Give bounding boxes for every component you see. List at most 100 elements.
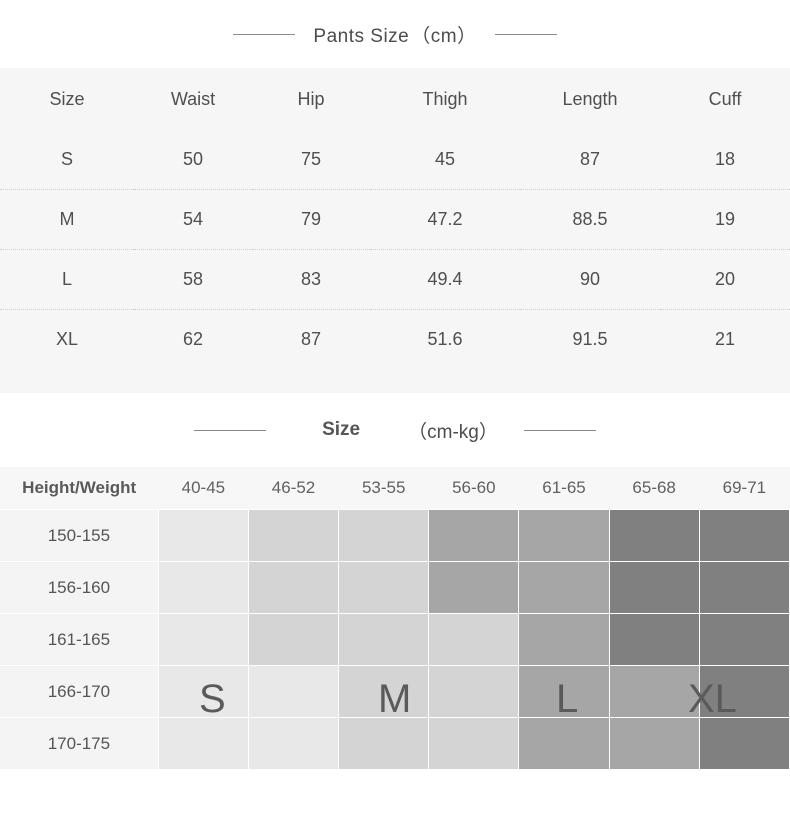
- pants-size-title-row: Pants Size （cm）: [0, 0, 790, 68]
- cell-waist: 50: [134, 130, 252, 190]
- matrix-header-weight-1: 46-52: [248, 467, 339, 510]
- pants-title-unit: （cm）: [411, 25, 477, 47]
- matrix-cell: [518, 561, 610, 614]
- table-row: XL 62 87 51.6 91.5 21: [0, 310, 790, 370]
- matrix-cell: [608, 613, 700, 666]
- cell-hip: 87: [300, 329, 322, 349]
- table-row: 150-155: [0, 509, 790, 562]
- matrix-cell: [338, 717, 430, 770]
- matrix-header-weight-0: 40-45: [158, 467, 249, 510]
- size-title-unit: （cm-kg）: [408, 421, 498, 443]
- size-title-main: Size: [322, 419, 361, 440]
- cell-length: 90: [520, 249, 660, 310]
- matrix-cell: [338, 613, 430, 666]
- matrix-cell: [157, 665, 249, 718]
- table-row: 166-170: [0, 665, 790, 718]
- cell-thigh: 47.2: [370, 189, 520, 250]
- pants-header-hip: Hip: [297, 88, 325, 109]
- cell-cuff: 18: [660, 130, 790, 190]
- cell-length: 91.5: [572, 329, 608, 349]
- cell-hip: 75: [252, 130, 370, 190]
- matrix-cell: [608, 509, 700, 562]
- cell-size: L: [0, 249, 134, 310]
- title-rule-left: [233, 33, 296, 35]
- matrix-cell: [608, 717, 700, 770]
- cell-waist: 54: [134, 189, 252, 250]
- title-rule-right: [494, 33, 557, 35]
- size-chart-title-row: Size （cm-kg）: [0, 393, 790, 467]
- cell-size: S: [0, 130, 134, 190]
- matrix-cell: [698, 613, 790, 666]
- matrix-cell: [157, 561, 249, 614]
- matrix-cell: [698, 561, 790, 614]
- matrix-body: 150-155 156-160 161-165 166-170 170-175: [0, 509, 790, 770]
- pants-header-size: Size: [49, 88, 85, 109]
- matrix-header-weight-3: 56-60: [428, 467, 519, 510]
- matrix-row-label-0: 150-155: [0, 509, 159, 562]
- matrix-cell: [157, 613, 249, 666]
- cell-cuff: 20: [660, 249, 790, 310]
- table-row: S 50 75 45 87 18: [0, 130, 790, 190]
- title-rule-left-2: [194, 429, 267, 431]
- matrix-cell: [247, 613, 340, 666]
- matrix-cell: [247, 665, 340, 718]
- table-row: L 58 83 49.4 90 20: [0, 249, 790, 310]
- pants-header-cuff: Cuff: [708, 88, 742, 109]
- matrix-cell: [157, 509, 249, 562]
- matrix-header-weight-4: 61-65: [518, 467, 610, 510]
- cell-size: M: [0, 189, 134, 250]
- matrix-row-label-2: 161-165: [0, 613, 159, 666]
- cell-thigh: 45: [370, 130, 520, 190]
- cell-cuff: 19: [660, 189, 790, 250]
- matrix-header-weight-2: 53-55: [338, 467, 429, 510]
- matrix-cell: [518, 509, 610, 562]
- size-matrix-wrapper: Height/Weight 40-45 46-52 53-55 56-60 61…: [0, 467, 790, 770]
- matrix-cell: [518, 717, 610, 770]
- matrix-header-weight-5: 65-68: [609, 467, 700, 510]
- cell-waist: 58: [134, 249, 252, 310]
- matrix-cell: [338, 561, 430, 614]
- matrix-cell: [428, 509, 520, 562]
- matrix-row-label-4: 170-175: [0, 717, 159, 770]
- matrix-cell: [247, 717, 340, 770]
- table-row: M 54 79 47.2 88.5 19: [0, 189, 790, 250]
- matrix-row-label-3: 166-170: [0, 665, 159, 718]
- cell-cuff: 21: [714, 329, 736, 349]
- matrix-cell: [428, 717, 520, 770]
- cell-hip: 79: [252, 189, 370, 250]
- cell-thigh: 51.6: [427, 329, 463, 349]
- cell-size: XL: [55, 329, 79, 349]
- title-rule-right-2: [523, 429, 596, 431]
- matrix-cell: [428, 613, 520, 666]
- matrix-row-label-1: 156-160: [0, 561, 159, 614]
- matrix-cell: [247, 509, 340, 562]
- pants-table-bottom-padding: [0, 369, 790, 393]
- matrix-cell: [247, 561, 340, 614]
- matrix-header-row: Height/Weight 40-45 46-52 53-55 56-60 61…: [0, 467, 790, 510]
- table-row: 170-175: [0, 717, 790, 770]
- pants-header-waist: Waist: [170, 88, 216, 109]
- matrix-cell: [518, 613, 610, 666]
- pants-title-main: Pants Size: [313, 25, 410, 47]
- pants-header-thigh: Thigh: [422, 88, 468, 109]
- cell-thigh: 49.4: [370, 249, 520, 310]
- matrix-cell: [608, 665, 700, 718]
- matrix-cell: [428, 561, 520, 614]
- cell-waist: 62: [182, 329, 204, 349]
- size-matrix-table: Height/Weight 40-45 46-52 53-55 56-60 61…: [0, 467, 790, 770]
- cell-hip: 83: [252, 249, 370, 310]
- matrix-cell: [698, 509, 790, 562]
- page-title: Pants Size （cm）: [313, 21, 476, 48]
- matrix-cell: [428, 665, 520, 718]
- table-row: 156-160: [0, 561, 790, 614]
- matrix-cell: [698, 717, 790, 770]
- cell-length: 87: [520, 130, 660, 190]
- pants-size-table: Size Waist Hip Thigh Length Cuff S 50 75…: [0, 68, 790, 369]
- matrix-cell: [157, 717, 249, 770]
- matrix-cell: [518, 665, 610, 718]
- matrix-cell: [338, 665, 430, 718]
- pants-header-length: Length: [562, 88, 618, 109]
- table-row: 161-165: [0, 613, 790, 666]
- cell-length: 88.5: [520, 189, 660, 250]
- matrix-cell: [338, 509, 430, 562]
